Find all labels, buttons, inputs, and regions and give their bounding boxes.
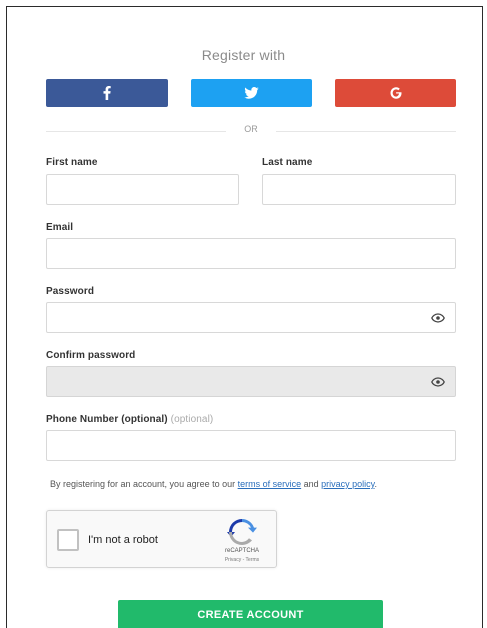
or-divider: OR bbox=[46, 124, 456, 138]
recaptcha-links[interactable]: Privacy - Terms bbox=[210, 557, 274, 563]
terms-of-service-link[interactable]: terms of service bbox=[238, 479, 302, 489]
last-name-input[interactable] bbox=[262, 174, 456, 205]
phone-input[interactable] bbox=[46, 430, 456, 461]
eye-icon[interactable] bbox=[431, 377, 445, 387]
terms-text: By registering for an account, you agree… bbox=[50, 479, 377, 489]
terms-suffix: . bbox=[374, 479, 378, 489]
eye-icon[interactable] bbox=[431, 313, 445, 323]
terms-prefix: By registering for an account, you agree… bbox=[50, 479, 238, 489]
first-name-label: First name bbox=[46, 157, 98, 168]
recaptcha-label: I'm not a robot bbox=[88, 534, 158, 546]
facebook-icon bbox=[103, 86, 111, 100]
privacy-policy-link[interactable]: privacy policy bbox=[321, 479, 374, 489]
register-title: Register with bbox=[201, 47, 286, 63]
terms-conjunction: and bbox=[301, 479, 322, 489]
recaptcha-icon bbox=[227, 519, 257, 545]
optional-suffix: (optional) bbox=[170, 414, 214, 425]
facebook-login-button[interactable] bbox=[46, 79, 168, 107]
twitter-login-button[interactable] bbox=[191, 79, 312, 107]
email-label: Email bbox=[46, 222, 74, 233]
first-name-input[interactable] bbox=[46, 174, 239, 205]
recaptcha-widget: I'm not a robot reCAPTCHA Privacy - Term… bbox=[46, 510, 277, 568]
divider-line-right bbox=[276, 131, 456, 132]
confirm-password-label: Confirm password bbox=[46, 350, 136, 361]
email-input[interactable] bbox=[46, 238, 456, 269]
create-account-button[interactable]: CREATE ACCOUNT bbox=[118, 600, 383, 628]
confirm-password-input[interactable] bbox=[46, 366, 456, 397]
phone-label-text: Phone Number (optional) bbox=[46, 414, 168, 425]
recaptcha-brand: reCAPTCHA bbox=[224, 548, 259, 554]
twitter-icon bbox=[244, 87, 259, 99]
password-label: Password bbox=[46, 286, 95, 297]
google-icon bbox=[390, 87, 401, 99]
last-name-label: Last name bbox=[262, 157, 313, 168]
google-login-button[interactable] bbox=[335, 79, 456, 107]
recaptcha-checkbox[interactable] bbox=[57, 529, 79, 551]
or-text: OR bbox=[244, 124, 258, 134]
password-input[interactable] bbox=[46, 302, 456, 333]
phone-label: Phone Number (optional) (optional) bbox=[46, 414, 213, 425]
